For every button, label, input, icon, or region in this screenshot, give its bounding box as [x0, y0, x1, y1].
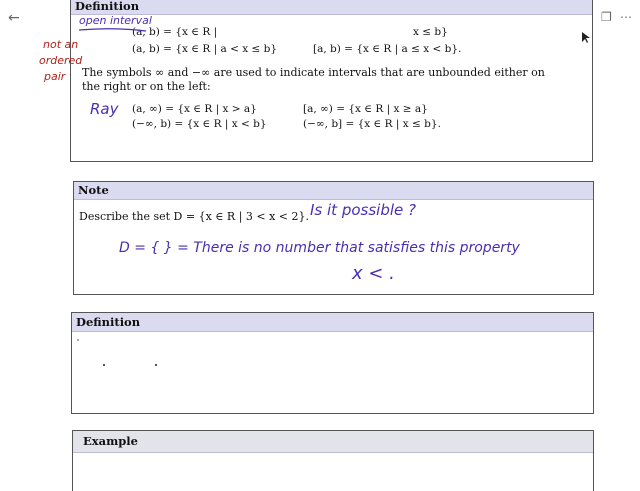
more-icon[interactable]: ⋯ — [620, 10, 632, 24]
handwritten-open-interval: open interval — [79, 14, 152, 27]
interval-line-2b: [a, b) = {x ∈ R | a ≤ x < b}. — [313, 43, 462, 55]
ray-line-1b: [a, ∞) = {x ∈ R | x ≥ a} — [303, 103, 428, 115]
cursor-icon — [582, 32, 590, 43]
card-heading: Definition — [72, 313, 593, 332]
stray-mark — [155, 364, 157, 366]
definition-card-empty: Definition — [71, 312, 594, 414]
note-card: Note Describe the set D = {x ∈ R | 3 < x… — [73, 181, 594, 295]
card-heading: Note — [74, 182, 593, 200]
arrow-left-icon[interactable]: ← — [8, 10, 20, 26]
stray-mark — [103, 364, 105, 366]
handwritten-formula: x < . — [352, 263, 395, 284]
duplicate-icon[interactable]: ❐ — [601, 10, 612, 24]
interval-line-2a: (a, b) = {x ∈ R | a < x ≤ b} — [132, 43, 278, 55]
handwritten-answer: D = { } = There is no number that satisf… — [119, 240, 520, 256]
ray-line-2a: (−∞, b) = {x ∈ R | x < b} — [132, 118, 267, 130]
paragraph-line-1: The symbols ∞ and −∞ are used to indicat… — [82, 66, 545, 79]
ray-line-1a: (a, ∞) = {x ∈ R | x > a} — [132, 103, 257, 115]
handwritten-margin-3: pair — [44, 70, 66, 83]
interval-line-1b: x ≤ b} — [413, 26, 448, 38]
handwritten-ray: Ray — [90, 100, 119, 118]
stray-mark — [77, 339, 79, 341]
ray-line-2b: (−∞, b] = {x ∈ R | x ≤ b}. — [303, 118, 441, 130]
handwritten-question: Is it possible ? — [310, 201, 416, 219]
card-heading: Example — [73, 431, 593, 453]
paragraph-line-2: the right or on the left: — [82, 80, 211, 93]
note-body: Describe the set D = {x ∈ R | 3 < x < 2}… — [79, 210, 310, 223]
underline-stroke — [78, 28, 147, 32]
handwritten-margin-2: ordered — [39, 54, 83, 67]
handwritten-margin-1: not an — [43, 38, 79, 51]
card-heading: Definition — [71, 0, 592, 15]
example-card: Example — [72, 430, 594, 491]
